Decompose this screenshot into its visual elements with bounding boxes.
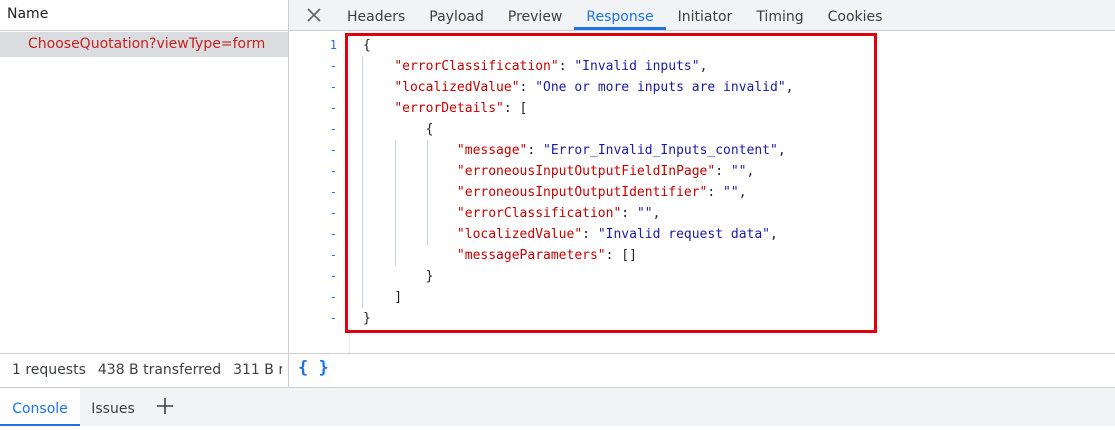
line-number: - [329,269,337,283]
line-number: - [329,185,337,199]
line-number: 1 [329,38,337,52]
line-gutter: 1 - - - - - - - - - - - - - [289,35,337,329]
drawer-tabbar: Console Issues [0,387,1115,426]
gutter-divider [349,31,350,353]
tabs: Headers Payload Preview Response Initiat… [335,0,894,30]
tab-issues[interactable]: Issues [80,388,146,426]
code-line: } [363,311,371,326]
tab-console[interactable]: Console [0,388,80,426]
details-tabbar: Headers Payload Preview Response Initiat… [289,0,1115,31]
line-number: - [329,101,337,115]
indent-guide [362,56,363,308]
code-line: } [363,269,434,284]
tab-response[interactable]: Response [574,0,666,30]
requests-pane: Name ChooseQuotation?viewType=form [0,0,289,353]
line-number: - [329,290,337,304]
line-number: - [329,59,337,73]
line-number: - [329,311,337,325]
tab-preview[interactable]: Preview [496,0,575,30]
close-icon[interactable] [305,6,323,24]
indent-guide [395,140,396,266]
tab-cookies[interactable]: Cookies [816,0,895,30]
status-divider [288,354,289,387]
code-line: "errorClassification": "Invalid inputs", [394,59,708,74]
request-count: 1 requests [12,362,86,378]
tab-payload[interactable]: Payload [417,0,496,30]
code-line: "messageParameters": [] [456,248,637,263]
details-pane: Headers Payload Preview Response Initiat… [289,0,1115,353]
line-number: - [329,143,337,157]
response-viewer[interactable]: 1 - - - - - - - - - - - - - { "errorClassification": … [289,31,1115,353]
pretty-print-button[interactable]: { } [298,358,329,378]
tab-timing[interactable]: Timing [744,0,815,30]
add-tab-icon[interactable] [156,397,174,415]
request-row[interactable]: ChooseQuotation?viewType=form [0,32,288,57]
code-line: { [363,38,371,53]
code-line: "errorDetails": [ [394,101,528,116]
indent-guide [427,140,428,245]
tab-headers[interactable]: Headers [335,0,417,30]
status-bar: 1 requests 438 B transferred 311 B res { } [0,353,1115,387]
line-number: - [329,122,337,136]
code-line: ] [363,290,403,305]
line-number: - [329,248,337,262]
line-number: - [329,206,337,220]
transferred-size: 438 B transferred [97,362,222,378]
name-column-header[interactable]: Name [0,0,288,31]
line-number: - [329,80,337,94]
line-number: - [329,227,337,241]
code-line: "localizedValue": "One or more inputs ar… [394,80,794,95]
line-number: - [329,164,337,178]
resources-size: 311 B res [233,362,282,378]
status-summary: 1 requests 438 B transferred 311 B res [12,354,282,387]
code-line: { [363,122,434,137]
tab-initiator[interactable]: Initiator [666,0,745,30]
